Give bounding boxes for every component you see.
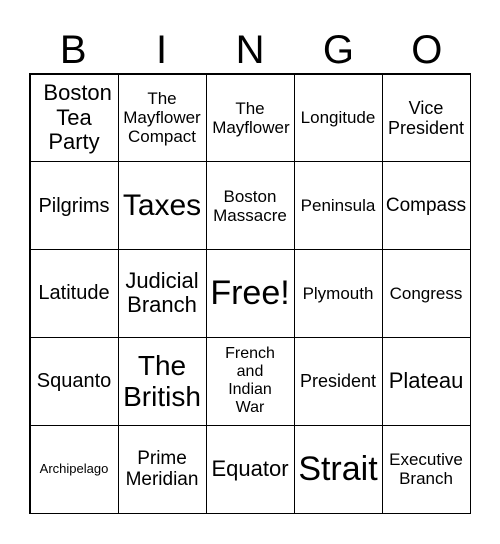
bingo-cell-label: Compass xyxy=(385,195,467,217)
bingo-cell-label: Longitude xyxy=(300,108,376,128)
bingo-cell-label: Pilgrims xyxy=(38,194,110,217)
bingo-cell-label: Taxes xyxy=(122,188,202,222)
bingo-cell[interactable]: Judicial Branch xyxy=(117,249,207,338)
bingo-cell-label: Plymouth xyxy=(302,283,374,303)
bingo-cell[interactable]: The Mayflower xyxy=(205,73,295,163)
bingo-cell-label: Latitude xyxy=(38,282,110,305)
bingo-cell-label: Boston Massacre xyxy=(213,186,287,225)
bingo-cell[interactable]: Peninsula xyxy=(293,161,383,251)
bingo-cell-label: Equator xyxy=(211,455,289,481)
bingo-cell-label: Congress xyxy=(389,283,463,303)
bingo-cell-label: Strait xyxy=(298,450,378,489)
bingo-cell[interactable]: Archipelago xyxy=(29,424,119,514)
header-letter-g: G xyxy=(322,28,354,72)
bingo-cell[interactable]: Latitude xyxy=(29,249,119,338)
bingo-cell[interactable]: President xyxy=(293,336,383,426)
bingo-cell[interactable]: Taxes xyxy=(117,161,207,251)
bingo-cell[interactable]: Squanto xyxy=(29,336,119,426)
header-letter-b: B xyxy=(59,28,87,72)
bingo-cell[interactable]: Compass xyxy=(381,161,471,251)
bingo-cell[interactable]: French and Indian War xyxy=(205,336,295,426)
bingo-header: B I N G O xyxy=(29,28,471,72)
bingo-cell[interactable]: Congress xyxy=(381,249,471,338)
bingo-cell-label: Vice President xyxy=(387,97,465,138)
bingo-cell[interactable]: Pilgrims xyxy=(29,161,119,251)
bingo-cell[interactable]: The Mayflower Compact xyxy=(117,73,207,163)
bingo-cell-label: French and Indian War xyxy=(225,345,275,417)
header-letter-n: N xyxy=(235,28,265,72)
bingo-cell[interactable]: Boston Tea Party xyxy=(29,73,119,163)
bingo-cell-label: Peninsula xyxy=(300,196,376,216)
bingo-cell-label: The British xyxy=(123,349,201,413)
bingo-cell-label: The Mayflower xyxy=(212,98,290,137)
bingo-card: B I N G O Boston Tea Party The Mayflower … xyxy=(0,0,500,544)
bingo-cell-label: Plateau xyxy=(388,367,464,393)
bingo-cell-label: Squanto xyxy=(36,370,112,393)
bingo-cell[interactable]: Plateau xyxy=(381,336,471,426)
bingo-cell-label: Boston Tea Party xyxy=(43,79,112,155)
bingo-cell[interactable]: The British xyxy=(117,336,207,426)
bingo-cell[interactable]: Plymouth xyxy=(293,249,383,338)
bingo-cell-label: The Mayflower Compact xyxy=(123,89,201,147)
bingo-cell[interactable]: Longitude xyxy=(293,73,383,163)
bingo-cell[interactable]: Vice President xyxy=(381,73,471,163)
bingo-cell-label: Prime Meridian xyxy=(125,447,199,491)
bingo-cell[interactable]: Prime Meridian xyxy=(117,424,207,514)
header-letter-i: I xyxy=(156,28,168,72)
bingo-cell-label: Judicial Branch xyxy=(125,267,199,318)
bingo-cell[interactable]: Executive Branch xyxy=(381,424,471,514)
bingo-cell[interactable]: Strait xyxy=(293,424,383,514)
bingo-cell[interactable]: Free! xyxy=(205,249,295,338)
bingo-cell-label: Archipelago xyxy=(39,460,109,476)
bingo-cell[interactable]: Equator xyxy=(205,424,295,514)
bingo-cell-label: President xyxy=(299,371,377,392)
bingo-cell[interactable]: Boston Massacre xyxy=(205,161,295,251)
bingo-cell-label: Executive Branch xyxy=(389,450,463,489)
bingo-cell-label: Free! xyxy=(210,274,290,313)
bingo-grid: Boston Tea Party The Mayflower Compact The… xyxy=(29,73,471,514)
header-letter-o: O xyxy=(411,28,443,72)
